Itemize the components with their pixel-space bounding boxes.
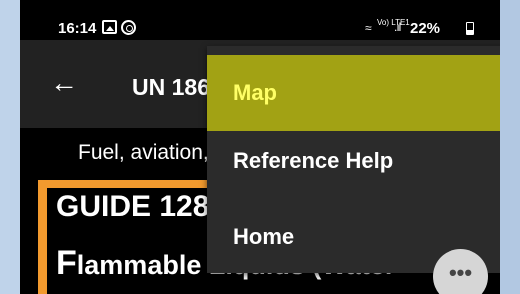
- phone-screen: 16:14 ≈ Vo) LTE1 .ıl 22% ← UN 1863 Fuel,…: [20, 0, 500, 294]
- image-notification-icon: [102, 20, 117, 34]
- guide-title: GUIDE 128: [56, 190, 210, 223]
- right-frame: [500, 0, 520, 294]
- guide-name-initial: F: [56, 244, 77, 282]
- menu-item-map[interactable]: Map: [207, 55, 500, 131]
- battery-icon: [466, 22, 474, 35]
- menu-item-label: Home: [233, 224, 295, 249]
- at-notification-icon: [121, 20, 136, 35]
- menu-item-label: Reference Help: [233, 148, 394, 173]
- back-arrow-icon[interactable]: ←: [50, 69, 78, 97]
- menu-item-reference-help[interactable]: Reference Help: [207, 123, 500, 199]
- menu-item-label: Map: [233, 80, 277, 105]
- left-frame: [0, 0, 20, 294]
- status-time: 16:14: [58, 20, 97, 37]
- battery-percent: 22%: [410, 20, 441, 37]
- more-horiz-icon: •••: [448, 260, 473, 285]
- signal-icon: .ıl: [394, 20, 401, 34]
- status-bar: 16:14 ≈ Vo) LTE1 .ıl 22%: [20, 0, 500, 40]
- overflow-menu: Map Reference Help Home: [207, 46, 500, 273]
- wifi-icon: ≈: [365, 21, 372, 35]
